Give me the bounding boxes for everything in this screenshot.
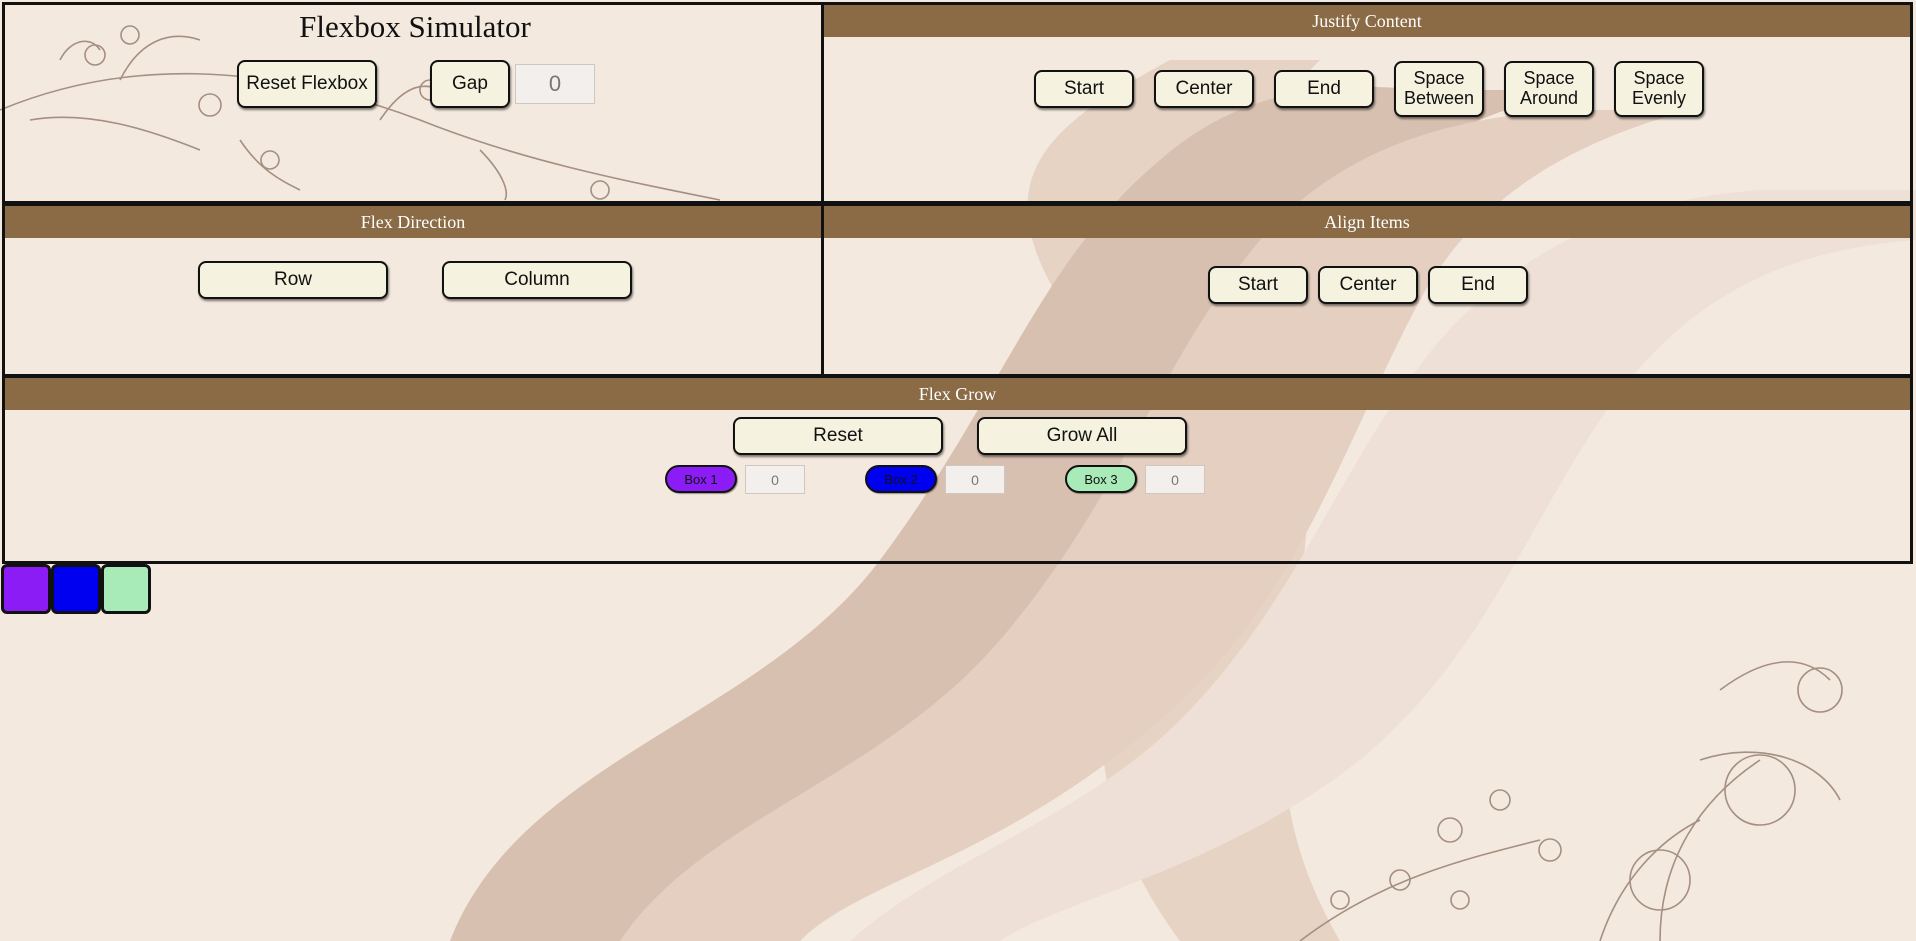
box2-pill[interactable]: Box 2	[865, 465, 937, 493]
justify-center-button[interactable]: Center	[1154, 70, 1254, 108]
header-panel: Flexbox Simulator Reset Flexbox Gap	[2, 2, 824, 204]
flex-box-1	[1, 564, 51, 614]
direction-row-button[interactable]: Row	[198, 261, 388, 299]
grow-all-button[interactable]: Grow All	[977, 417, 1187, 455]
align-items-title: Align Items	[824, 206, 1910, 238]
box3-pill[interactable]: Box 3	[1065, 465, 1137, 493]
align-start-button[interactable]: Start	[1208, 266, 1308, 304]
box1-pill[interactable]: Box 1	[665, 465, 737, 493]
gap-button[interactable]: Gap	[430, 60, 510, 108]
reset-flexbox-button[interactable]: Reset Flexbox	[237, 60, 377, 108]
flex-direction-panel: Flex Direction Row Column	[2, 203, 824, 377]
justify-space-between-button[interactable]: Space Between	[1394, 61, 1484, 117]
box3-grow-input[interactable]	[1145, 465, 1205, 494]
justify-start-button[interactable]: Start	[1034, 70, 1134, 108]
flex-box-2	[51, 564, 101, 614]
box2-grow-input[interactable]	[945, 465, 1005, 494]
page-title: Flexbox Simulator	[299, 9, 531, 44]
justify-space-around-button[interactable]: Space Around	[1504, 61, 1594, 117]
space-around-line2: Around	[1519, 88, 1579, 108]
box1-grow-input[interactable]	[745, 465, 805, 494]
justify-content-panel: Justify Content Start Center End Space B…	[821, 2, 1913, 204]
grow-reset-button[interactable]: Reset	[733, 417, 943, 455]
align-center-button[interactable]: Center	[1318, 266, 1418, 304]
align-end-button[interactable]: End	[1428, 266, 1528, 304]
flex-grow-panel: Flex Grow Reset Grow All Box 1 Box 2 Box…	[2, 375, 1913, 564]
space-between-line2: Between	[1403, 88, 1475, 108]
space-evenly-line1: Space	[1633, 68, 1685, 89]
justify-content-title: Justify Content	[824, 5, 1910, 37]
justify-end-button[interactable]: End	[1274, 70, 1374, 108]
flex-box-3	[101, 564, 151, 614]
space-between-line1: Space	[1413, 68, 1465, 89]
space-around-line1: Space	[1523, 68, 1575, 89]
flex-direction-title: Flex Direction	[5, 206, 821, 238]
flex-grow-title: Flex Grow	[5, 378, 1910, 410]
align-items-panel: Align Items Start Center End	[821, 203, 1913, 377]
space-evenly-line2: Evenly	[1631, 88, 1687, 108]
justify-space-evenly-button[interactable]: Space Evenly	[1614, 61, 1704, 117]
direction-column-button[interactable]: Column	[442, 261, 632, 299]
gap-input[interactable]	[515, 64, 595, 104]
